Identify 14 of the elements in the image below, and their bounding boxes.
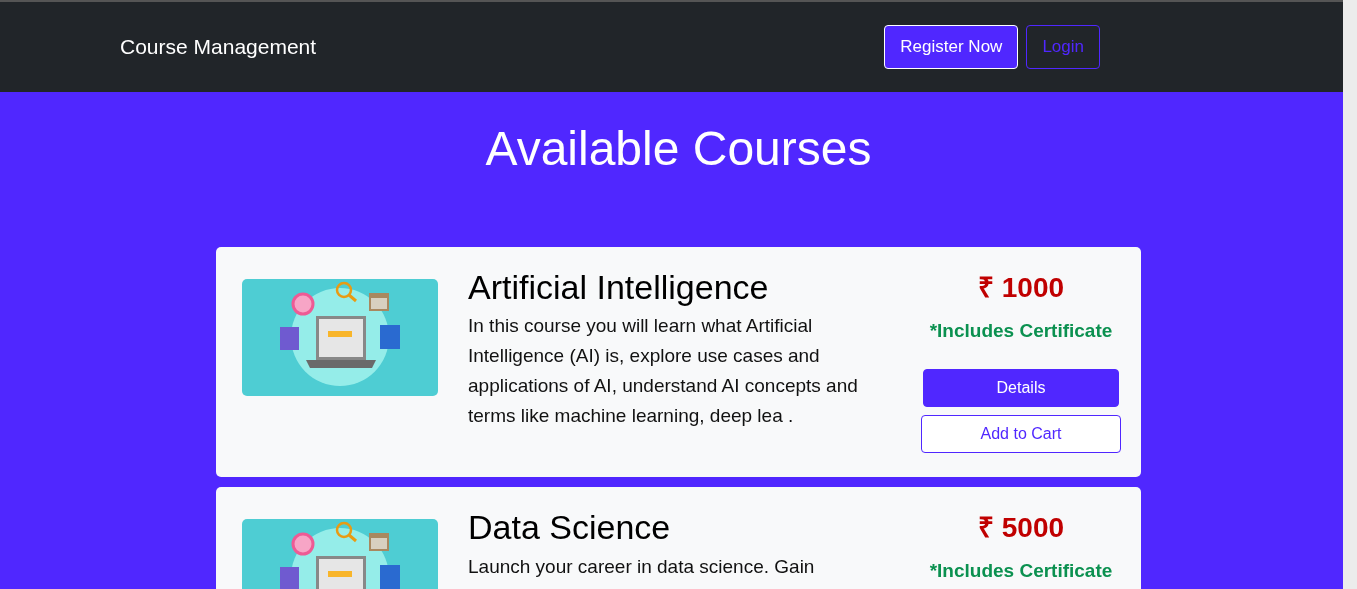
course-price: ₹ 1000 bbox=[977, 270, 1065, 305]
page-heading: Available Courses bbox=[484, 121, 873, 177]
add-to-cart-button[interactable]: Add to Cart bbox=[921, 415, 1121, 454]
certificate-note: *Includes Certificate bbox=[929, 318, 1113, 343]
brand-title[interactable]: Course Management bbox=[120, 31, 317, 63]
course-description: Launch your career in data science. Gain bbox=[468, 554, 816, 579]
register-button[interactable]: Register Now bbox=[884, 25, 1019, 69]
details-button[interactable]: Details bbox=[923, 369, 1119, 408]
course-description: In this course you will learn what Artificial Intelligence (AI) is, explore use cases and applications of AI, understand AI concepts and terms like machine learning, deep lea . bbox=[468, 314, 859, 429]
course-title: Data Science bbox=[468, 507, 672, 548]
scrollbar[interactable] bbox=[1343, 0, 1357, 589]
certificate-note: *Includes Certificate bbox=[929, 559, 1113, 584]
course-price: ₹ 5000 bbox=[977, 511, 1065, 546]
course-title: Artificial Intelligence bbox=[468, 266, 770, 308]
